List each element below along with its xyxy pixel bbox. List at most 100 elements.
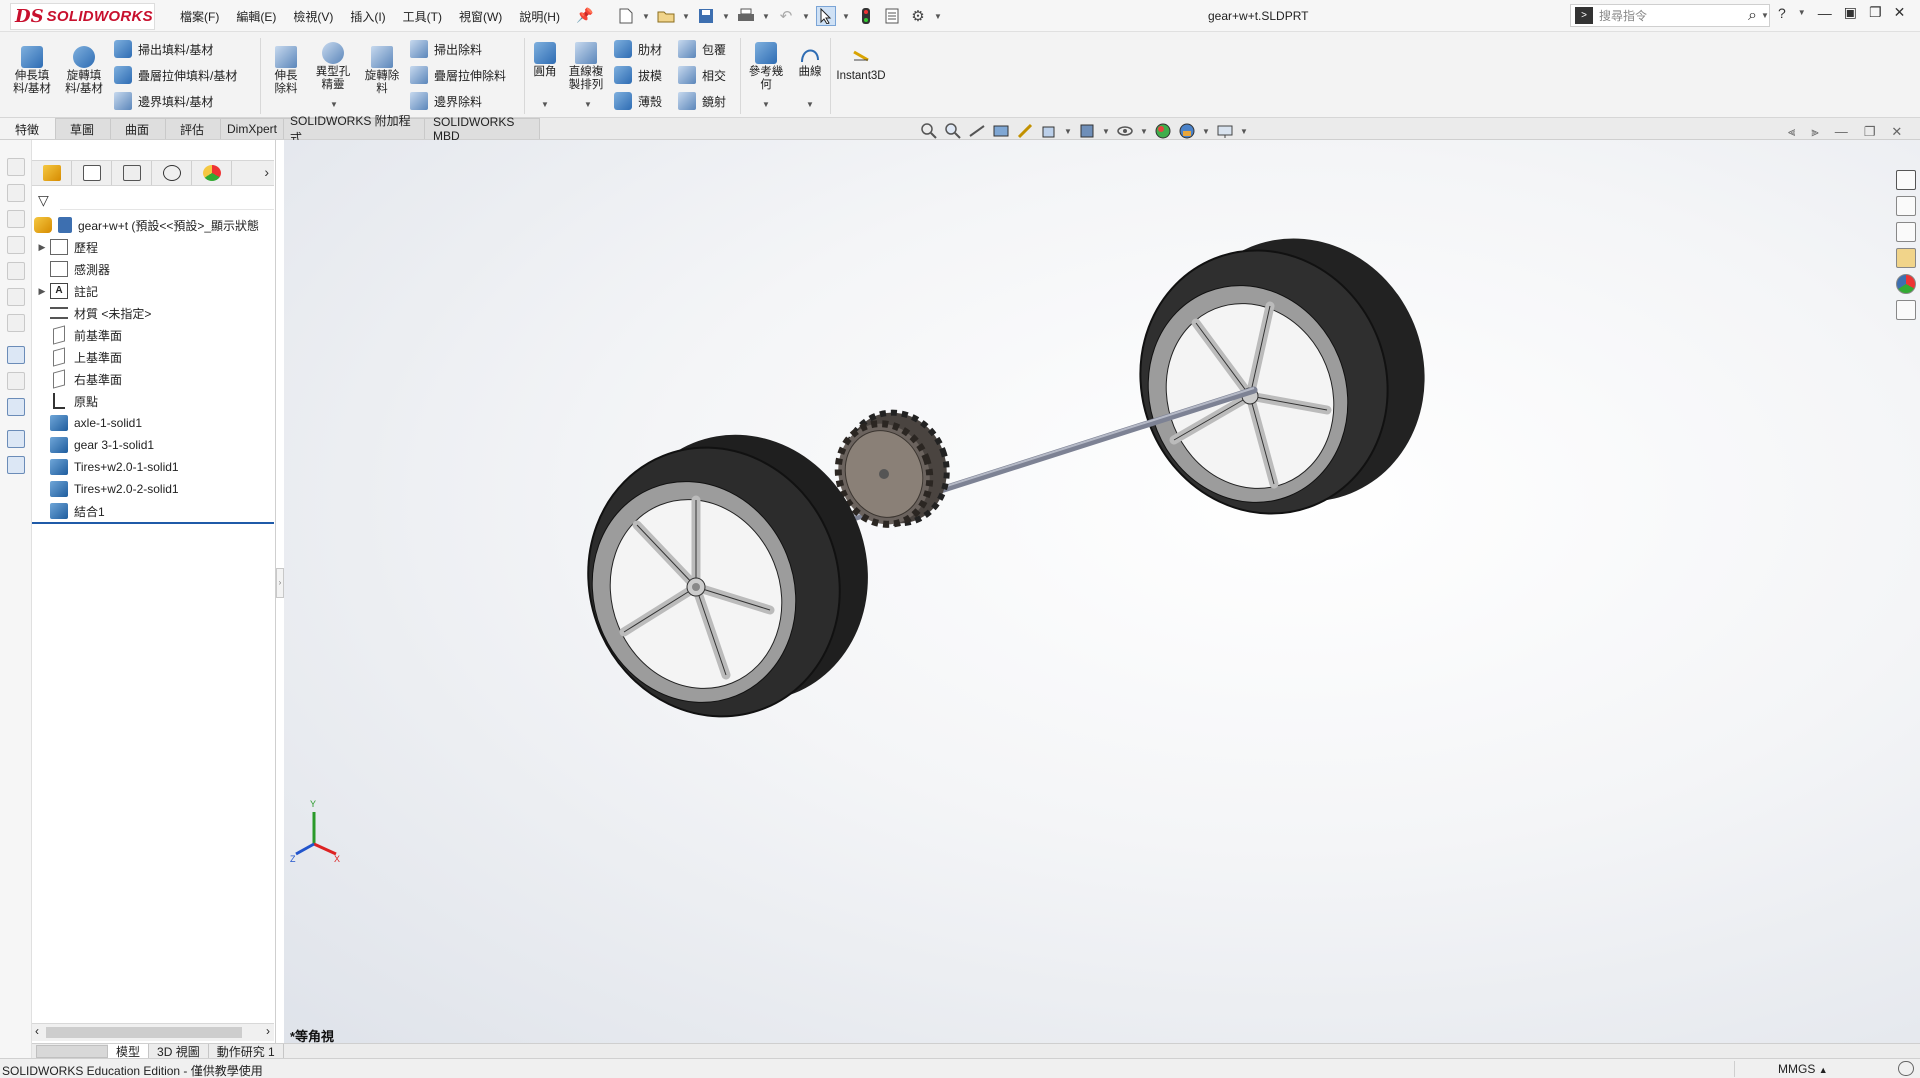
curves-button[interactable]: 曲線 bbox=[794, 42, 826, 79]
reference-geometry-button[interactable]: 參考幾何 bbox=[746, 42, 786, 92]
menu-tools[interactable]: 工具(T) bbox=[403, 8, 442, 25]
save-icon[interactable] bbox=[696, 6, 716, 26]
tree-item-sensors[interactable]: 感測器 bbox=[34, 258, 110, 280]
tile-right-icon[interactable]: ⫸ bbox=[1811, 124, 1818, 140]
custom-properties-icon[interactable] bbox=[1896, 300, 1916, 320]
help-icon[interactable]: ? bbox=[1778, 5, 1786, 21]
apply-scene-dropdown-icon[interactable]: ▼ bbox=[1202, 127, 1210, 136]
command-search-box[interactable]: > 搜尋指令 ⌕ ▼ bbox=[1570, 4, 1770, 27]
view-orientation-icon[interactable] bbox=[1040, 122, 1058, 140]
mirror-button[interactable]: 鏡射 bbox=[678, 92, 726, 110]
pin-menu-icon[interactable]: 📌 bbox=[576, 7, 593, 24]
tree-item-body[interactable]: axle-1-solid1 bbox=[34, 412, 142, 434]
apply-scene-icon[interactable] bbox=[1178, 122, 1196, 140]
select-dropdown-icon[interactable]: ▼ bbox=[842, 12, 850, 21]
tab-navigation-arrows[interactable] bbox=[36, 1044, 108, 1058]
reference-geometry-dropdown-icon[interactable]: ▼ bbox=[762, 100, 770, 109]
tree-item-origin[interactable]: 原點 bbox=[34, 390, 98, 412]
file-properties-icon[interactable] bbox=[882, 6, 902, 26]
linear-pattern-button[interactable]: 直線複製排列 bbox=[566, 42, 606, 92]
search-dropdown-icon[interactable]: ▼ bbox=[1761, 11, 1769, 20]
file-explorer-icon[interactable] bbox=[1896, 222, 1916, 242]
design-library-icon[interactable] bbox=[1896, 196, 1916, 216]
view-orientation-dropdown-icon[interactable]: ▼ bbox=[1064, 127, 1072, 136]
tree-item-front-plane[interactable]: 前基準面 bbox=[34, 324, 122, 346]
print-dropdown-icon[interactable]: ▼ bbox=[762, 12, 770, 21]
print-icon[interactable] bbox=[736, 6, 756, 26]
new-document-icon[interactable] bbox=[616, 6, 636, 26]
left-tool-icon[interactable] bbox=[7, 184, 25, 202]
scroll-thumb[interactable] bbox=[46, 1027, 242, 1038]
left-tool-icon[interactable] bbox=[7, 456, 25, 474]
loft-boss-button[interactable]: 疊層拉伸填料/基材 bbox=[114, 66, 237, 84]
menu-edit[interactable]: 編輯(E) bbox=[236, 8, 276, 25]
open-folder-icon[interactable] bbox=[656, 6, 676, 26]
options-dropdown-icon[interactable]: ▼ bbox=[934, 12, 942, 21]
select-cursor-icon[interactable] bbox=[816, 6, 836, 26]
units-dropdown-icon[interactable]: ▲ bbox=[1819, 1065, 1828, 1075]
fillet-button[interactable]: 圓角 bbox=[530, 42, 560, 79]
viewport-close-icon[interactable]: ✕ bbox=[1891, 124, 1902, 140]
open-dropdown-icon[interactable]: ▼ bbox=[682, 12, 690, 21]
tab-features[interactable]: 特徵 bbox=[0, 118, 56, 139]
wrap-button[interactable]: 包覆 bbox=[678, 40, 726, 58]
hole-wizard-button[interactable]: 異型孔精靈 bbox=[310, 42, 356, 92]
solidworks-logo[interactable]: DS SOLIDWORKS bbox=[10, 3, 155, 30]
menu-help[interactable]: 說明(H) bbox=[519, 8, 560, 25]
undo-icon[interactable]: ↶ bbox=[776, 6, 796, 26]
scroll-right-icon[interactable]: › bbox=[266, 1024, 270, 1038]
extrude-cut-button[interactable]: 伸長除料 bbox=[266, 46, 306, 96]
sweep-cut-button[interactable]: 掃出除料 bbox=[410, 40, 482, 58]
display-style-dropdown-icon[interactable]: ▼ bbox=[1102, 127, 1110, 136]
tree-item-body[interactable]: Tires+w2.0-1-solid1 bbox=[34, 456, 179, 478]
horizontal-scrollbar[interactable]: ‹ › bbox=[32, 1023, 274, 1041]
loft-cut-button[interactable]: 疊層拉伸除料 bbox=[410, 66, 506, 84]
revolve-boss-button[interactable]: 旋轉填料/基材 bbox=[62, 46, 106, 96]
draft-button[interactable]: 拔模 bbox=[614, 66, 662, 84]
tab-solidworks-mbd[interactable]: SOLIDWORKS MBD bbox=[424, 115, 540, 143]
left-tool-icon[interactable] bbox=[7, 158, 25, 176]
help-dropdown-icon[interactable]: ▼ bbox=[1798, 8, 1806, 17]
left-tool-icon[interactable] bbox=[7, 372, 25, 390]
hide-show-dropdown-icon[interactable]: ▼ bbox=[1140, 127, 1148, 136]
zoom-to-area-icon[interactable] bbox=[944, 122, 962, 140]
extrude-boss-button[interactable]: 伸長填料/基材 bbox=[10, 46, 54, 96]
search-icon[interactable]: ⌕ bbox=[1748, 7, 1757, 25]
tab-evaluate[interactable]: 評估 bbox=[165, 118, 221, 139]
boundary-boss-button[interactable]: 邊界填料/基材 bbox=[114, 92, 213, 110]
rollback-bar[interactable] bbox=[32, 522, 274, 524]
rebuild-status-icon[interactable] bbox=[1898, 1061, 1914, 1076]
tile-left-icon[interactable]: ⫷ bbox=[1788, 124, 1795, 140]
traffic-light-rebuild-icon[interactable] bbox=[856, 6, 876, 26]
tree-item-top-plane[interactable]: 上基準面 bbox=[34, 346, 122, 368]
left-tool-icon[interactable] bbox=[7, 262, 25, 280]
tab-motion-study[interactable]: 動作研究 1 bbox=[209, 1044, 284, 1059]
curves-dropdown-icon[interactable]: ▼ bbox=[806, 100, 814, 109]
filter-icon[interactable]: ▽ bbox=[38, 192, 49, 209]
appearances-icon[interactable] bbox=[1896, 274, 1916, 294]
instant3d-button[interactable]: Instant3D bbox=[834, 46, 888, 83]
tab-sketch[interactable]: 草圖 bbox=[55, 118, 111, 139]
tree-item-history[interactable]: ▶ 歷程 bbox=[34, 236, 98, 258]
linear-pattern-dropdown-icon[interactable]: ▼ bbox=[584, 100, 592, 109]
scroll-left-icon[interactable]: ‹ bbox=[35, 1024, 39, 1038]
units-selector[interactable]: MMGS ▲ bbox=[1778, 1062, 1828, 1076]
left-tool-icon[interactable] bbox=[7, 236, 25, 254]
left-tool-icon[interactable] bbox=[7, 288, 25, 306]
edit-appearance-icon[interactable] bbox=[1154, 122, 1172, 140]
tree-item-body[interactable]: gear 3-1-solid1 bbox=[34, 434, 154, 456]
boundary-cut-button[interactable]: 邊界除料 bbox=[410, 92, 482, 110]
sweep-boss-button[interactable]: 掃出填料/基材 bbox=[114, 40, 213, 58]
tree-item-right-plane[interactable]: 右基準面 bbox=[34, 368, 122, 390]
view-settings-icon[interactable] bbox=[1216, 122, 1234, 140]
feature-manager-tab[interactable] bbox=[32, 161, 72, 185]
maximize-icon[interactable]: ❐ bbox=[1869, 4, 1882, 21]
panel-splitter-handle[interactable]: › bbox=[276, 568, 284, 598]
home-icon[interactable] bbox=[1896, 170, 1916, 190]
tree-item-body[interactable]: Tires+w2.0-2-solid1 bbox=[34, 478, 179, 500]
menu-file[interactable]: 檔案(F) bbox=[180, 8, 219, 25]
expand-arrow-icon[interactable]: ▶ bbox=[34, 286, 50, 297]
expand-arrow-icon[interactable]: ▶ bbox=[34, 242, 50, 253]
left-tool-icon[interactable] bbox=[7, 346, 25, 364]
menu-view[interactable]: 檢視(V) bbox=[293, 8, 333, 25]
